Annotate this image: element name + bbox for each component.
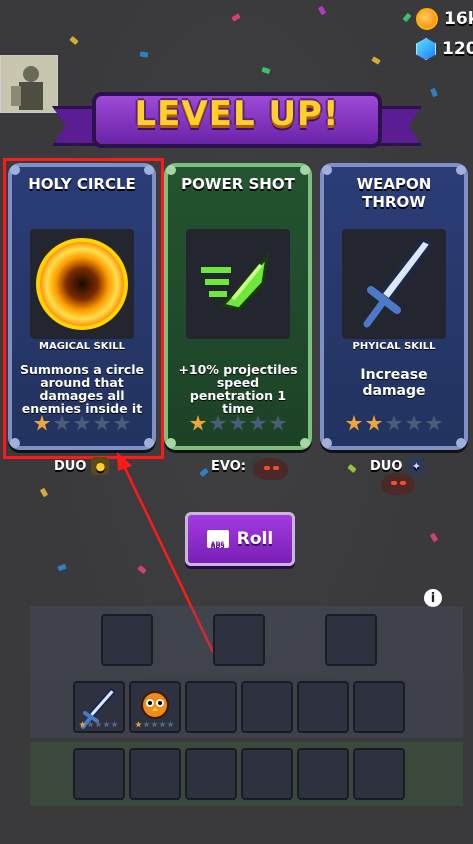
inventory-slot[interactable]: [73, 748, 125, 800]
weapon-slot[interactable]: [129, 681, 181, 733]
inventory-slot[interactable]: [297, 748, 349, 800]
coin-icon: ●: [91, 457, 110, 475]
roll-button[interactable]: ADS Roll: [185, 512, 295, 566]
enemy: [381, 473, 415, 495]
weapon-slot[interactable]: [185, 681, 237, 733]
enemy: [254, 458, 288, 480]
roll-label: Roll: [236, 529, 274, 549]
skill-slot[interactable]: [101, 614, 153, 666]
inventory-slot[interactable]: [353, 748, 405, 800]
weapon-slot[interactable]: [297, 681, 349, 733]
slot-stars: [135, 721, 174, 728]
info-button[interactable]: i: [424, 589, 442, 607]
duo-tag[interactable]: DUO ●: [54, 457, 110, 475]
inventory-slot[interactable]: [185, 748, 237, 800]
inventory-slot[interactable]: [129, 748, 181, 800]
shuriken-icon: ✦: [407, 457, 426, 475]
duo-label: DUO: [54, 458, 87, 474]
weapon-slot[interactable]: [73, 681, 125, 733]
ads-video-icon: ADS: [206, 530, 229, 548]
weapon-slot[interactable]: [241, 681, 293, 733]
skill-slot[interactable]: [325, 614, 377, 666]
slot-stars: [79, 721, 118, 728]
duo-label: DUO: [370, 458, 403, 474]
skill-slot[interactable]: [213, 614, 265, 666]
inventory-slot[interactable]: [241, 748, 293, 800]
weapon-slot[interactable]: [353, 681, 405, 733]
evo-label: EVO:: [211, 458, 246, 474]
